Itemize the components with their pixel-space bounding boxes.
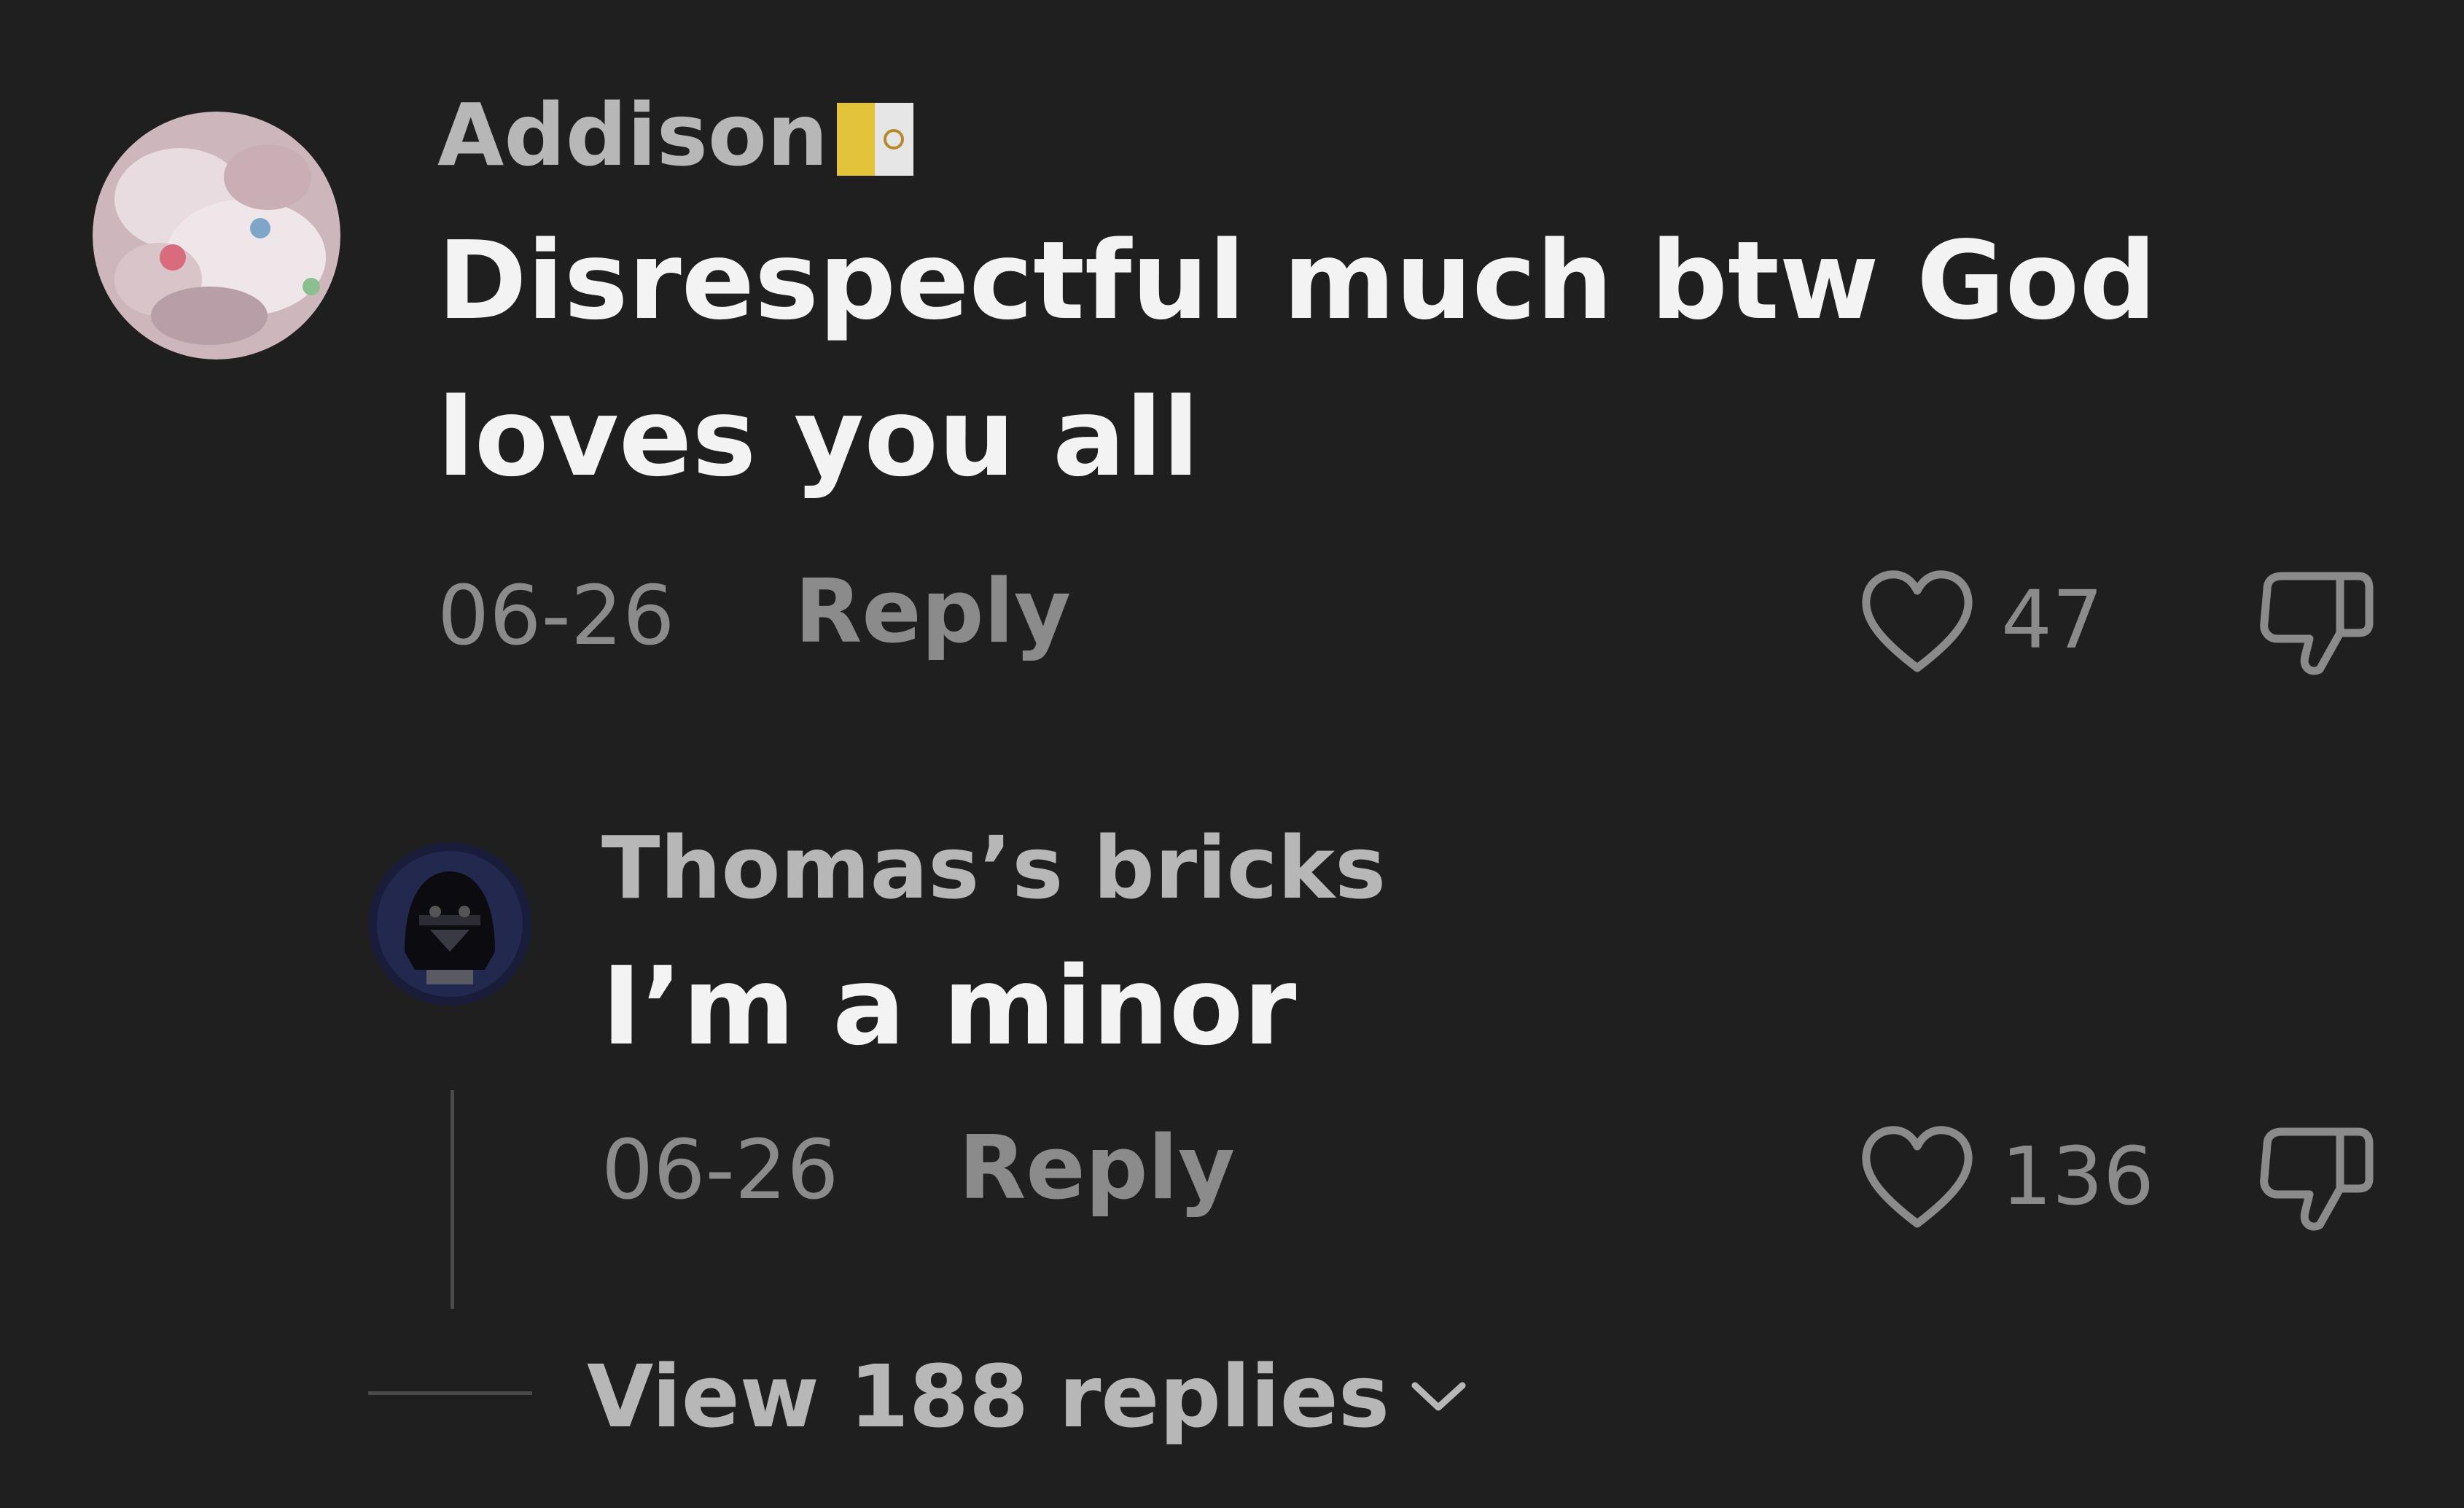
avatar-image bbox=[368, 842, 531, 1006]
reply-username[interactable]: Thomas’s bricks bbox=[601, 820, 1386, 915]
like-count: 47 bbox=[2001, 573, 2103, 666]
username-text[interactable]: Addison bbox=[437, 88, 828, 182]
comment-date: 06-26 bbox=[437, 569, 675, 664]
vatican-flag-icon bbox=[837, 98, 914, 176]
reply-date: 06-26 bbox=[601, 1123, 839, 1218]
comment-text-line1: Disrespectful much btw God bbox=[437, 218, 2157, 343]
like-count: 136 bbox=[2001, 1130, 2154, 1223]
comment-username[interactable]: Addison bbox=[437, 88, 914, 182]
heart-icon[interactable] bbox=[1859, 1123, 1976, 1232]
divider bbox=[368, 1391, 532, 1395]
thread-line bbox=[451, 1090, 454, 1309]
view-replies-button[interactable]: View 188 replies bbox=[587, 1349, 1470, 1444]
reply-text: I’m a minor bbox=[601, 944, 1297, 1069]
reply-button[interactable]: Reply bbox=[795, 565, 1071, 660]
avatar[interactable] bbox=[93, 112, 340, 359]
heart-icon[interactable] bbox=[1859, 567, 1976, 677]
avatar-image bbox=[93, 112, 340, 359]
view-replies-label[interactable]: View 188 replies bbox=[587, 1349, 1389, 1444]
comment-text-line2: loves you all bbox=[437, 375, 1200, 500]
comment-thread: Addison Disrespectful much btw God loves… bbox=[0, 0, 2464, 1508]
thumbs-down-icon[interactable] bbox=[2253, 560, 2377, 684]
chevron-down-icon bbox=[1411, 1382, 1466, 1411]
reply-button[interactable]: Reply bbox=[959, 1122, 1235, 1216]
avatar[interactable] bbox=[368, 842, 532, 1006]
thumbs-down-icon[interactable] bbox=[2253, 1116, 2377, 1240]
